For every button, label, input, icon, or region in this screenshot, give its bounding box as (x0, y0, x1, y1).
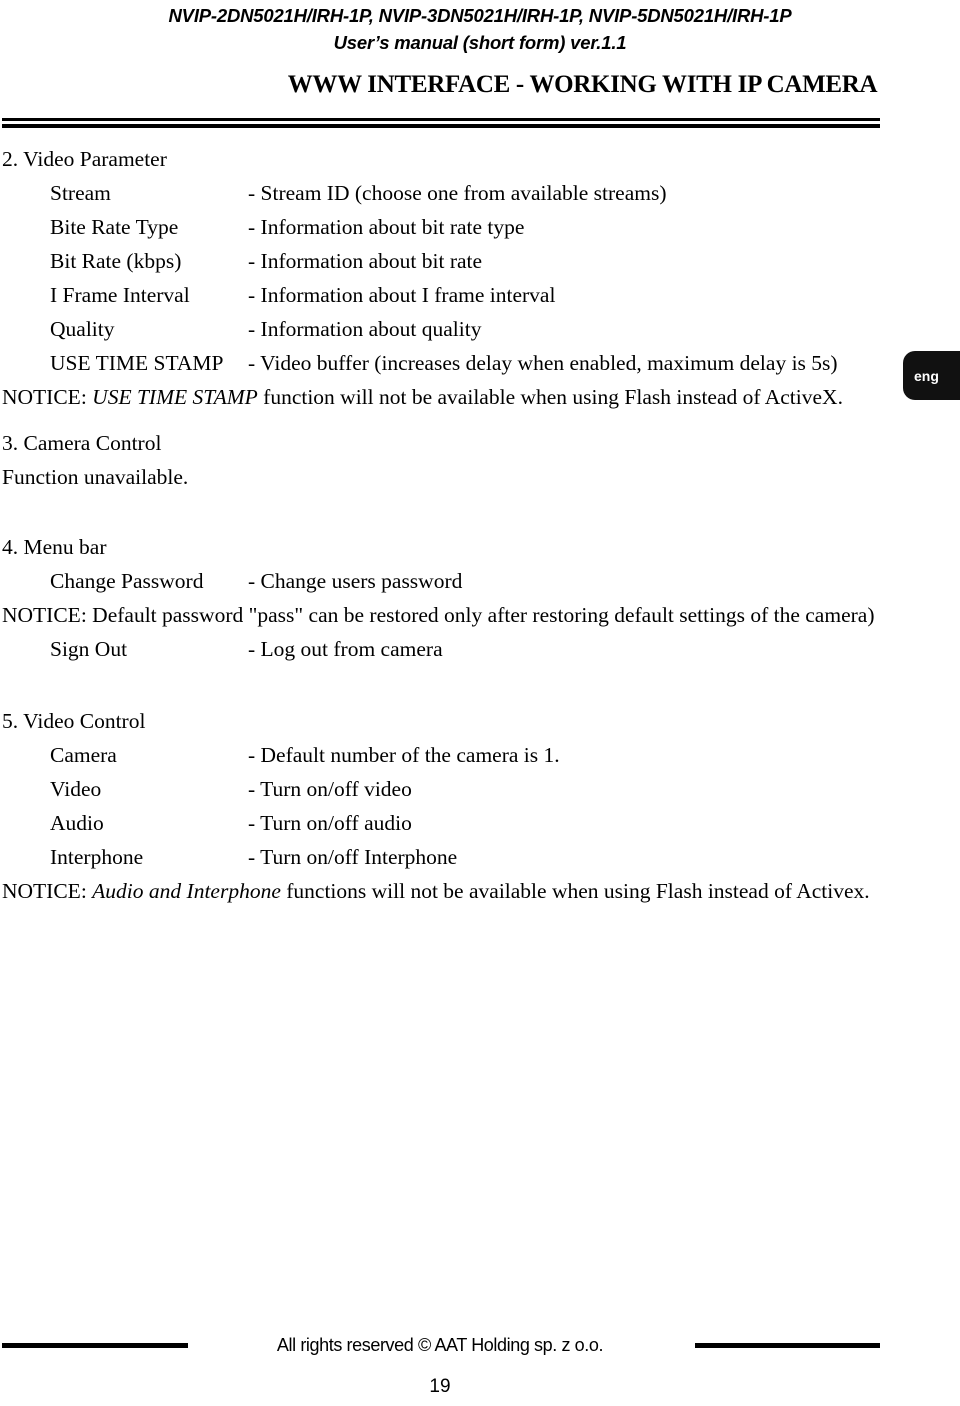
definition-row: Change Password - Change users password (0, 564, 960, 598)
desc-interphone: - Turn on/off Interphone (248, 845, 458, 869)
footer-copyright: All rights reserved © AAT Holding sp. z … (276, 1335, 604, 1355)
section-heading-video-parameter: 2. Video Parameter (2, 147, 167, 171)
term-i-frame-interval: I Frame Interval (50, 283, 190, 307)
term-stream: Stream (50, 181, 111, 205)
term-quality: Quality (50, 317, 115, 341)
definition-row: Bite Rate Type - Information about bit r… (0, 210, 960, 244)
page-number: 19 (429, 1376, 451, 1397)
page-footer: All rights reserved © AAT Holding sp. z … (0, 1326, 960, 1406)
definition-row: I Frame Interval - Information about I f… (0, 278, 960, 312)
definition-row: Stream - Stream ID (choose one from avai… (0, 176, 960, 210)
section-heading-video-control: 5. Video Control (2, 709, 146, 733)
definition-row: Sign Out - Log out from camera (0, 632, 960, 666)
notice-emphasis: Audio and Interphone (92, 879, 281, 903)
document-header: NVIP-2DN5021H/IRH-1P, NVIP-3DN5021H/IRH-… (0, 0, 960, 55)
page-title: WWW INTERFACE - WORKING WITH IP CAMERA (287, 71, 878, 98)
manual-version-line: User’s manual (short form) ver.1.1 (333, 32, 627, 53)
section-heading-camera-control: 3. Camera Control (2, 431, 162, 455)
camera-control-body: Function unavailable. (2, 465, 189, 489)
term-interphone: Interphone (50, 845, 144, 869)
notice-suffix: function will not be available when usin… (257, 385, 843, 409)
notice-default-password: NOTICE: Default password "pass" can be r… (2, 603, 875, 627)
definition-row: Video - Turn on/off video (0, 772, 960, 806)
notice-use-time-stamp: NOTICE: USE TIME STAMP function will not… (0, 380, 960, 414)
term-audio: Audio (50, 811, 104, 835)
notice-suffix: functions will not be available when usi… (280, 879, 870, 903)
definition-row: Quality - Information about quality (0, 312, 960, 346)
term-change-password: Change Password (50, 569, 204, 593)
notice-prefix: NOTICE: (2, 879, 93, 903)
section-heading-menu-bar: 4. Menu bar (2, 535, 107, 559)
desc-quality: - Information about quality (248, 317, 482, 341)
definition-row: Camera - Default number of the camera is… (0, 738, 960, 772)
notice-prefix: NOTICE: (2, 385, 93, 409)
term-bit-rate-kbps: Bit Rate (kbps) (50, 249, 182, 273)
desc-video: - Turn on/off video (248, 777, 412, 801)
term-video: Video (50, 777, 102, 801)
term-camera: Camera (50, 743, 117, 767)
model-numbers-line: NVIP-2DN5021H/IRH-1P, NVIP-3DN5021H/IRH-… (168, 5, 792, 26)
definition-row: Audio - Turn on/off audio (0, 806, 960, 840)
desc-audio: - Turn on/off audio (248, 811, 412, 835)
definition-row: Interphone - Turn on/off Interphone (0, 840, 960, 874)
definition-row: Bit Rate (kbps) - Information about bit … (0, 244, 960, 278)
desc-bite-rate-type: - Information about bit rate type (248, 215, 525, 239)
header-divider-line-top (2, 118, 880, 121)
notice-emphasis: USE TIME STAMP (92, 385, 258, 409)
notice-audio-interphone: NOTICE: Audio and Interphone functions w… (0, 874, 960, 908)
desc-bit-rate-kbps: - Information about bit rate (248, 249, 483, 273)
desc-sign-out: - Log out from camera (248, 637, 443, 661)
definition-row: USE TIME STAMP - Video buffer (increases… (0, 346, 960, 380)
term-sign-out: Sign Out (50, 637, 128, 661)
desc-camera: - Default number of the camera is 1. (248, 743, 560, 767)
term-bite-rate-type: Bite Rate Type (50, 215, 179, 239)
desc-i-frame-interval: - Information about I frame interval (248, 283, 556, 307)
desc-change-password: - Change users password (248, 569, 463, 593)
desc-use-time-stamp: - Video buffer (increases delay when ena… (248, 351, 838, 375)
header-divider-line-bottom (2, 124, 880, 128)
term-use-time-stamp: USE TIME STAMP (50, 351, 224, 375)
desc-stream: - Stream ID (choose one from available s… (248, 181, 667, 205)
header-divider (2, 118, 880, 128)
page-content: 2. Video Parameter Stream - Stream ID (c… (0, 142, 960, 908)
